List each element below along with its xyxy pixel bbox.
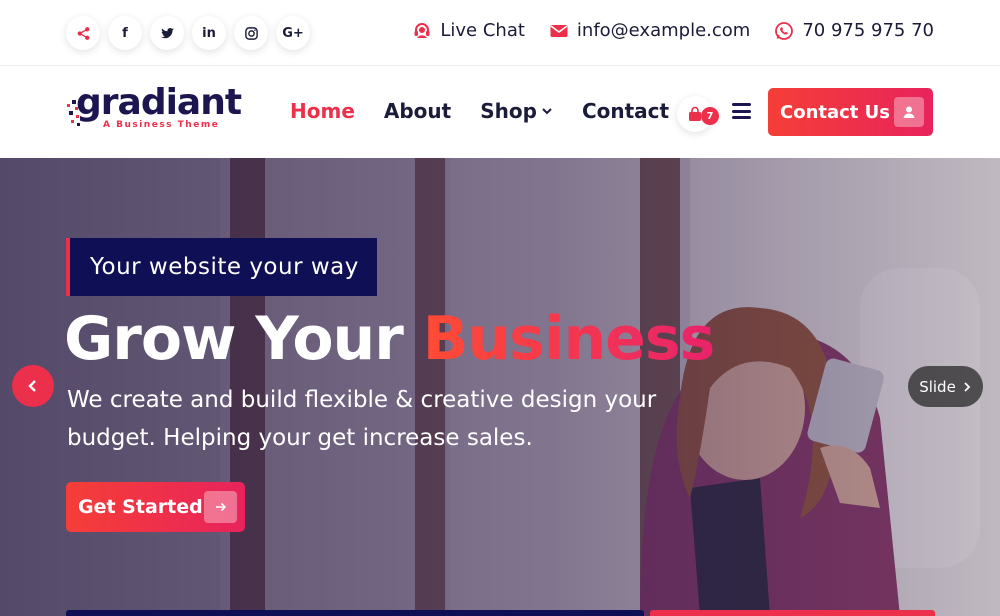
live-chat-link[interactable]: Live Chat: [412, 20, 525, 41]
chevron-left-icon: [28, 380, 36, 392]
get-started-button[interactable]: Get Started: [66, 482, 245, 532]
nav-item-label: Home: [290, 99, 355, 123]
nav-item-label: Contact: [581, 99, 670, 123]
user-icon: [894, 97, 924, 127]
primary-menu: Home About Shop Contact: [290, 99, 669, 123]
linkedin-icon[interactable]: in: [192, 16, 226, 50]
arrow-right-icon: [204, 491, 237, 523]
email-link[interactable]: info@example.com: [549, 20, 750, 41]
hero-description: We create and build flexible & creative …: [67, 387, 657, 451]
get-started-label: Get Started: [78, 496, 203, 518]
nav-item-shop[interactable]: Shop: [480, 99, 553, 123]
google-plus-glyph: G+: [282, 25, 304, 41]
slider-next-label: Slide: [919, 377, 956, 396]
instagram-icon[interactable]: [234, 16, 268, 50]
headline-accent: Business: [422, 304, 716, 374]
envelope-icon: [550, 24, 568, 37]
facebook-glyph: f: [122, 25, 128, 41]
logo-wordmark: gradiant: [76, 82, 242, 123]
nav-item-label: Shop: [480, 99, 537, 123]
slider-prev-button[interactable]: [12, 365, 54, 407]
cart-count-badge: 7: [701, 107, 719, 125]
social-links: f in G+: [66, 16, 310, 50]
logo-tagline: A Business Theme: [103, 120, 220, 130]
nav-item-about[interactable]: About: [384, 99, 451, 123]
chevron-down-icon: [542, 108, 552, 115]
cart-button[interactable]: 7: [677, 96, 719, 132]
live-chat-label: Live Chat: [440, 20, 525, 41]
slider-next-button[interactable]: Slide: [908, 366, 983, 407]
whatsapp-icon: [775, 21, 794, 40]
site-logo[interactable]: gradiant A Business Theme: [66, 82, 242, 136]
linkedin-glyph: in: [202, 25, 216, 41]
top-bar: f in G+ Live Chat info@example.com 70 97…: [0, 0, 1000, 66]
contact-us-button[interactable]: Contact Us: [768, 88, 933, 136]
google-plus-icon[interactable]: G+: [276, 16, 310, 50]
info-card-red: [650, 610, 935, 616]
phone-link[interactable]: 70 975 975 70: [774, 20, 934, 41]
nav-item-home[interactable]: Home: [290, 99, 355, 123]
chevron-right-icon: [964, 381, 971, 392]
headline-plain: Grow Your: [64, 304, 423, 374]
hero-slider: Your website your way Grow Your Business…: [0, 158, 1000, 616]
nav-item-contact[interactable]: Contact: [582, 99, 669, 123]
main-navbar: gradiant A Business Theme Home About Sho…: [0, 66, 1000, 158]
share-icon[interactable]: [66, 16, 100, 50]
facebook-icon[interactable]: f: [108, 16, 142, 50]
headset-icon: [414, 22, 430, 38]
contact-us-label: Contact Us: [780, 101, 891, 123]
twitter-icon[interactable]: [150, 16, 184, 50]
nav-item-label: About: [383, 99, 452, 123]
hero-tagline: Your website your way: [66, 238, 377, 296]
contact-info: Live Chat info@example.com 70 975 975 70: [412, 20, 934, 41]
phone-number: 70 975 975 70: [802, 20, 934, 41]
info-card-navy: [66, 610, 644, 616]
email-address: info@example.com: [576, 20, 751, 41]
hamburger-menu-icon[interactable]: [732, 103, 751, 119]
hero-headline: Grow Your Business: [64, 304, 716, 374]
